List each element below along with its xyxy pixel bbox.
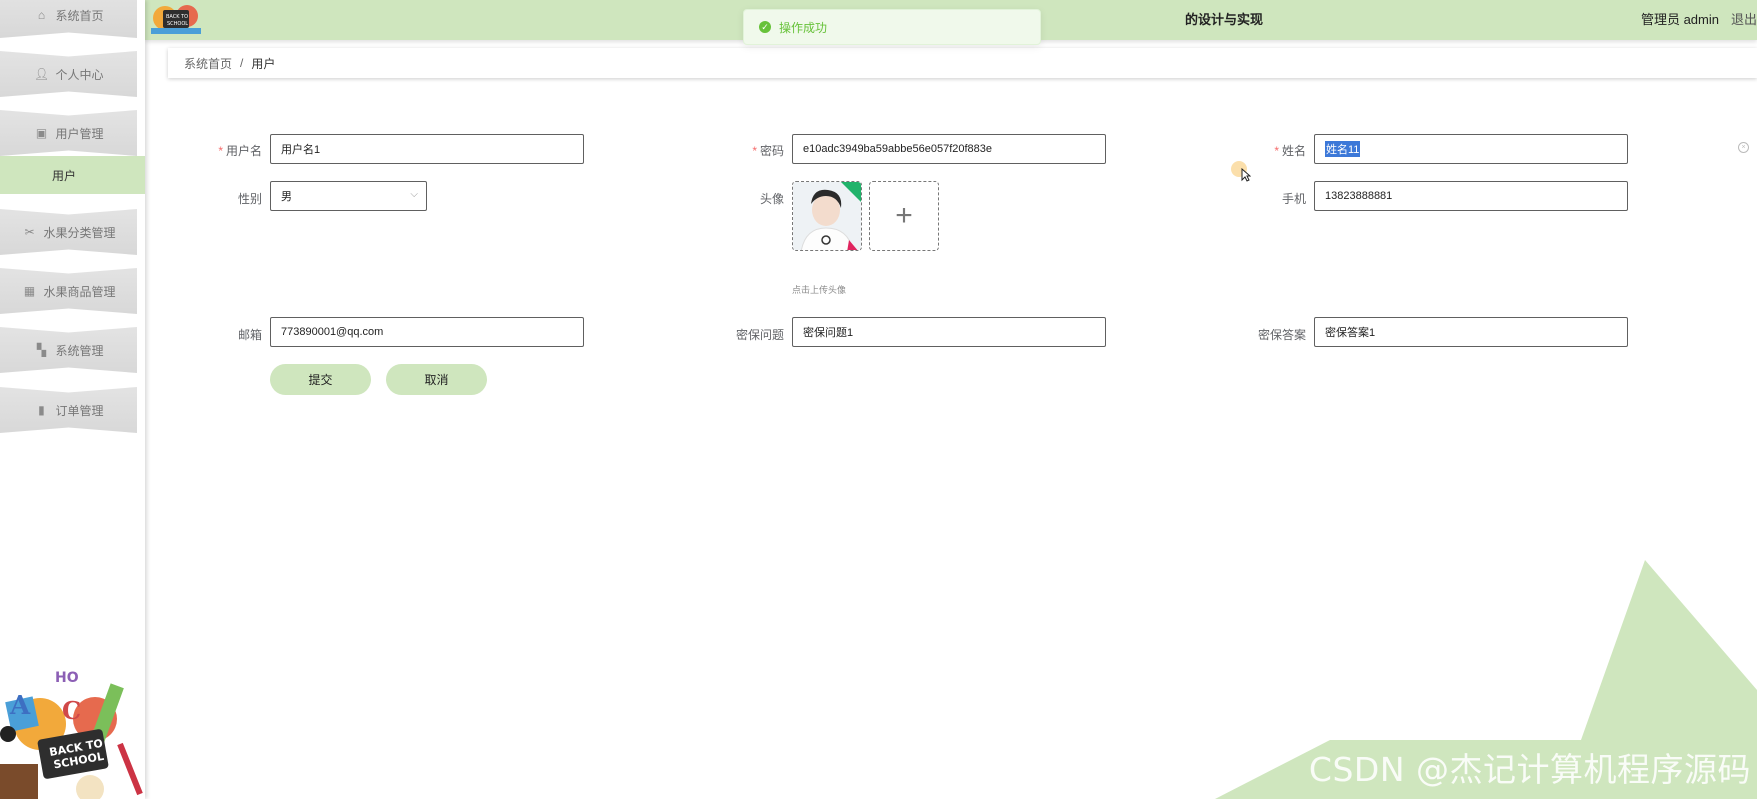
home-icon: ⌂ [37, 8, 46, 22]
avatar-label: 头像 [759, 192, 784, 206]
security-answer-label: 密保答案 [1257, 328, 1306, 342]
breadcrumb-home[interactable]: 系统首页 [184, 55, 232, 72]
sidebar-item-system[interactable]: ▚ 系统管理 [0, 327, 137, 373]
breadcrumb: 系统首页 / 用户 [168, 48, 1757, 78]
close-circle-icon[interactable]: × [1738, 142, 1749, 153]
svg-text:HO: HO [55, 670, 79, 686]
sidebar-item-fruit-goods[interactable]: ▦ 水果商品管理 [0, 268, 137, 314]
required-mark: * [1274, 144, 1279, 158]
watermark: CSDN @杰记计算机程序源码 [1308, 750, 1751, 789]
sidebar-item-label: 系统首页 [55, 8, 104, 23]
email-input[interactable]: 773890001@qq.com [270, 317, 584, 347]
logout-link[interactable]: 退出 [1731, 9, 1757, 28]
check-circle-icon: ✓ [759, 21, 771, 33]
sidebar-item-label: 个人中心 [55, 67, 104, 82]
security-question-label: 密保问题 [735, 328, 784, 342]
gender-select[interactable]: 男 ⌵ [270, 181, 427, 211]
sidebar-item-label: 水果分类管理 [43, 225, 116, 240]
required-mark: * [218, 144, 223, 158]
phone-input[interactable]: 13823888881 [1314, 181, 1628, 211]
required-mark: * [752, 144, 757, 158]
sidebar-item-user-management[interactable]: ▣ 用户管理 [0, 110, 137, 156]
apps-icon: ▚ [36, 343, 47, 357]
avatar-image[interactable] [792, 181, 862, 251]
breadcrumb-separator: / [240, 56, 244, 70]
username-label: * 用户名 [218, 144, 262, 158]
user-icon: 👤︎ [33, 67, 50, 81]
username-input[interactable]: 用户名1 [270, 134, 584, 164]
sidebar-item-orders[interactable]: ▮ 订单管理 [0, 387, 137, 433]
breadcrumb-current: 用户 [251, 56, 276, 71]
email-label: 邮箱 [237, 328, 262, 342]
current-user: 管理员 admin [1640, 12, 1719, 27]
upload-avatar-button[interactable]: + [869, 181, 939, 251]
upload-tip: 点击上传头像 [792, 285, 847, 295]
security-question-input[interactable]: 密保问题1 [792, 317, 1106, 347]
svg-text:BACK TO: BACK TO [166, 14, 188, 20]
chevron-down-icon: ⌵ [410, 189, 418, 200]
sidebar-item-home[interactable]: ⌂ 系统首页 [0, 0, 137, 38]
clipboard-icon: ▣ [35, 126, 48, 140]
name-label: * 姓名 [1274, 144, 1306, 158]
cancel-button[interactable]: 取消 [386, 364, 487, 395]
background-decoration [1215, 560, 1757, 799]
sidebar-subitem-label: 用户 [52, 168, 77, 183]
grid-icon: ▦ [23, 284, 36, 298]
bar-chart-icon: ▮ [38, 403, 45, 417]
sidebar-item-label: 用户管理 [55, 126, 104, 141]
security-answer-input[interactable]: 密保答案1 [1314, 317, 1628, 347]
sidebar-item-label: 订单管理 [55, 403, 104, 418]
plus-icon: + [895, 199, 913, 232]
name-value-selected: 姓名11 [1325, 141, 1361, 157]
school-logo: BACK TO SCHOOL [149, 0, 205, 40]
svg-text:A: A [9, 691, 31, 721]
phone-label: 手机 [1281, 192, 1306, 206]
sidebar-item-label: 水果商品管理 [43, 284, 116, 299]
sidebar-item-profile[interactable]: 👤︎ 个人中心 [0, 51, 137, 97]
ticket-icon: ✂ [24, 225, 35, 239]
sidebar-item-label: 系统管理 [55, 343, 104, 358]
gender-label: 性别 [237, 192, 262, 206]
success-toast: ✓ 操作成功 [743, 9, 1041, 45]
mouse-cursor-icon [1241, 168, 1251, 182]
name-input[interactable]: 姓名11 [1314, 134, 1628, 164]
sidebar-item-fruit-category[interactable]: ✂ 水果分类管理 [0, 209, 137, 255]
password-label: * 密码 [752, 144, 784, 158]
sidebar: ⌂ 系统首页 👤︎ 个人中心 ▣ 用户管理 用户 ✂ 水果分类管理 ▦ 水果商品… [0, 0, 145, 799]
svg-text:C: C [62, 696, 81, 725]
submit-button[interactable]: 提交 [270, 364, 371, 395]
sidebar-subitem-user[interactable]: 用户 [0, 156, 145, 194]
app-title: 的设计与实现 [1185, 12, 1264, 27]
password-input[interactable]: e10adc3949ba59abbe56e057f20f883e [792, 134, 1106, 164]
toast-message: 操作成功 [779, 20, 828, 35]
back-to-school-illustration: HO A C BACK TO SCHOOL [0, 664, 145, 799]
svg-text:SCHOOL: SCHOOL [167, 21, 188, 27]
